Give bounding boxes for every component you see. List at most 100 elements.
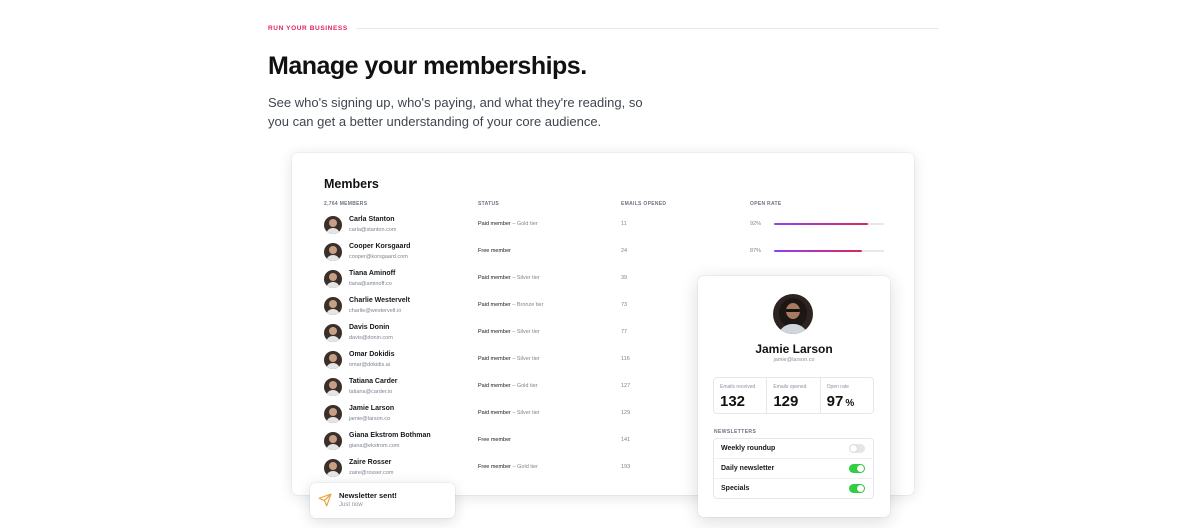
newsletter-item: Weekly roundup [714, 439, 873, 459]
newsletter-list: Weekly roundup Daily newsletter Specials [713, 438, 874, 499]
member-emails-opened: 73 [621, 302, 628, 308]
member-status: Paid member – Silver tier [478, 356, 540, 362]
member-emails-opened: 193 [621, 464, 631, 470]
stat-emails-received: Emails received 132 [714, 378, 768, 413]
member-name: Jamie Larson [349, 405, 395, 412]
member-avatar [324, 297, 342, 315]
member-status: Free member [478, 437, 512, 443]
member-open-rate: 87% [750, 248, 762, 254]
member-status: Paid member – Silver tier [478, 410, 540, 416]
section-headline: Manage your memberships. [268, 52, 587, 80]
newsletter-toggle[interactable] [849, 484, 865, 493]
column-header-open-rate[interactable]: OPEN RATE [750, 201, 782, 207]
member-email: tatiana@carder.io [349, 389, 393, 395]
newsletters-heading: NEWSLETTERS [714, 429, 757, 435]
member-name: Tiana Aminoff [349, 270, 396, 277]
profile-email: jamie@larson.co [773, 357, 815, 363]
open-rate-bar-fill [774, 250, 862, 252]
stat-label: Open rate [826, 384, 849, 390]
toggle-knob [857, 465, 864, 472]
toast-timestamp: Just now [339, 502, 363, 508]
member-email: davis@donin.com [349, 335, 393, 341]
member-avatar [324, 459, 342, 477]
paper-plane-icon [318, 493, 332, 507]
member-status: Paid member – Bronze tier [478, 302, 544, 308]
toggle-knob [857, 485, 864, 492]
member-email: jamie@larson.co [349, 416, 391, 422]
stat-emails-opened: Emails opened 129 [767, 378, 821, 413]
member-name: Charlie Westervelt [349, 297, 410, 304]
member-row[interactable]: Cooper Korsgaard cooper@korsgaard.com Free… [324, 240, 884, 267]
member-status: Free member – Gold tier [478, 464, 538, 470]
member-email: cooper@korsgaard.com [349, 254, 408, 260]
newsletter-item: Specials [714, 479, 873, 499]
member-name: Omar Dokidis [349, 351, 395, 358]
toggle-knob [850, 445, 857, 452]
member-open-rate: 92% [750, 221, 762, 227]
member-name: Davis Donin [349, 324, 390, 331]
stat-open-rate: Open rate 97% [821, 378, 873, 413]
member-avatar [324, 324, 342, 342]
newsletter-sent-toast[interactable]: Newsletter sent! Just now [310, 483, 455, 518]
member-row[interactable]: Carla Stanton carla@stanton.com Paid membe… [324, 213, 884, 240]
eyebrow-row: RUN YOUR BUSINESS [268, 22, 938, 34]
column-header-members[interactable]: 2,764 MEMBERS [324, 201, 367, 207]
member-emails-opened: 141 [621, 437, 631, 443]
member-avatar [324, 270, 342, 288]
profile-stats: Emails received 132 Emails opened 129 Op… [713, 377, 874, 414]
member-emails-opened: 77 [621, 329, 628, 335]
member-emails-opened: 116 [621, 356, 630, 362]
stat-value: 129 [773, 393, 799, 410]
column-header-status[interactable]: STATUS [478, 201, 499, 207]
member-name: Cooper Korsgaard [349, 243, 411, 250]
newsletter-toggle[interactable] [849, 464, 865, 473]
member-emails-opened: 24 [621, 248, 628, 254]
profile-name: Jamie Larson [755, 342, 833, 356]
open-rate-bar [774, 223, 884, 225]
member-avatar [324, 351, 342, 369]
member-avatar [324, 378, 342, 396]
member-emails-opened: 127 [621, 383, 631, 389]
section-subhead: See who's signing up, who's paying, and … [268, 95, 643, 129]
member-status: Paid member – Gold tier [478, 383, 538, 389]
member-name: Zaire Rosser [349, 459, 392, 466]
newsletter-item: Daily newsletter [714, 459, 873, 479]
member-profile-card: Jamie Larson jamie@larson.co Emails rece… [698, 276, 890, 517]
newsletter-label: Weekly roundup [721, 445, 776, 452]
section-eyebrow: RUN YOUR BUSINESS [268, 24, 348, 32]
member-email: omar@dokidis.ai [349, 362, 391, 368]
member-email: charlie@westervelt.io [349, 308, 402, 314]
member-email: zaire@rosser.com [349, 470, 394, 476]
member-email: carla@stanton.com [349, 227, 397, 233]
member-email: tiana@aminoff.co [349, 281, 392, 287]
member-name: Tatiana Carder [349, 378, 398, 385]
open-rate-bar [774, 250, 884, 252]
stat-label: Emails opened [773, 384, 807, 390]
member-avatar [324, 243, 342, 261]
member-avatar [324, 432, 342, 450]
stat-value: 132 [720, 393, 746, 410]
member-emails-opened: 129 [621, 410, 631, 416]
open-rate-bar-fill [774, 223, 868, 225]
member-status: Paid member – Silver tier [478, 275, 540, 281]
toast-title: Newsletter sent! [339, 491, 397, 500]
newsletter-label: Daily newsletter [721, 465, 775, 472]
member-email: giana@ekstrom.com [349, 443, 400, 449]
eyebrow-divider [355, 27, 938, 29]
profile-avatar [773, 294, 813, 334]
stat-label: Emails received [720, 384, 756, 390]
members-title: Members [324, 177, 379, 191]
member-avatar [324, 405, 342, 423]
member-avatar [324, 216, 342, 234]
stat-value: 97% [826, 393, 855, 410]
member-status: Paid member – Gold tier [478, 221, 538, 227]
member-name: Giana Ekstrom Bothman [349, 432, 431, 439]
member-name: Carla Stanton [349, 216, 395, 223]
member-emails-opened: 11 [621, 221, 627, 227]
newsletter-toggle[interactable] [849, 444, 865, 453]
column-header-emails-opened[interactable]: EMAILS OPENED [621, 201, 666, 207]
member-status: Free member [478, 248, 512, 254]
newsletter-label: Specials [721, 485, 750, 492]
member-emails-opened: 39 [621, 275, 628, 281]
member-status: Paid member – Silver tier [478, 329, 540, 335]
